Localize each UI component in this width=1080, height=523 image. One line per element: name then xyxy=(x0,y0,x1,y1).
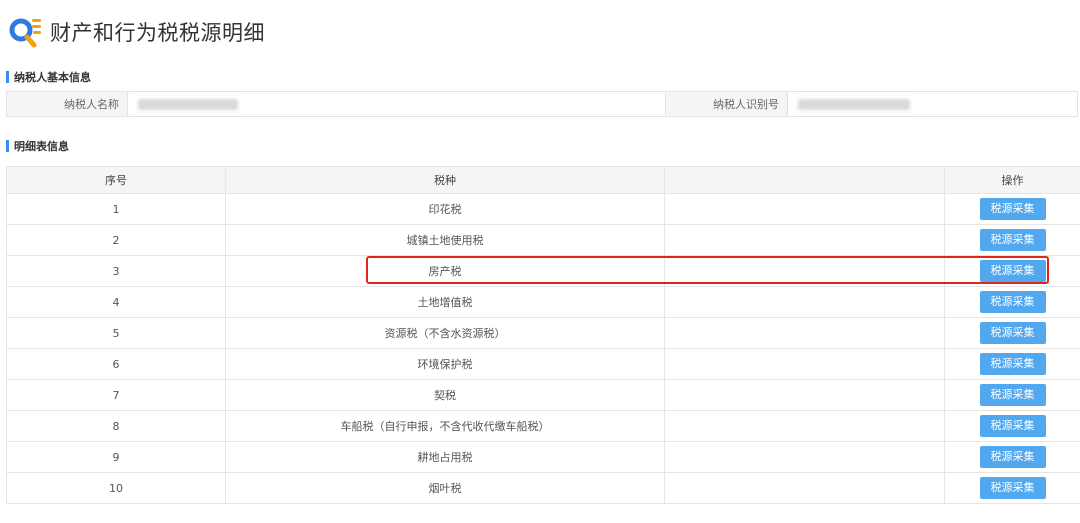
table-header-row: 序号 税种 操作 xyxy=(6,166,1080,194)
row-tax-type: 环境保护税 xyxy=(225,348,665,380)
taxpayer-id-value xyxy=(787,92,1077,116)
source-collect-button[interactable]: 税源采集 xyxy=(979,353,1046,375)
table-row: 10 烟叶税 税源采集 xyxy=(6,472,1080,504)
row-action-cell: 税源采集 xyxy=(944,472,1080,504)
table-row: 2 城镇土地使用税 税源采集 xyxy=(6,224,1080,256)
source-collect-button[interactable]: 税源采集 xyxy=(979,446,1046,468)
row-action-cell: 税源采集 xyxy=(944,410,1080,442)
row-action-cell: 税源采集 xyxy=(944,441,1080,473)
taxpayer-id-label: 纳税人识别号 xyxy=(665,92,787,116)
row-index: 8 xyxy=(6,410,226,442)
section-marker xyxy=(6,71,9,83)
column-header-blank xyxy=(664,166,945,194)
row-action-cell: 税源采集 xyxy=(944,286,1080,318)
row-blank xyxy=(664,348,945,380)
row-blank xyxy=(664,317,945,349)
row-blank xyxy=(664,410,945,442)
table-row: 1 印花税 税源采集 xyxy=(6,193,1080,225)
row-tax-type: 耕地占用税 xyxy=(225,441,665,473)
row-blank xyxy=(664,472,945,504)
row-blank xyxy=(664,379,945,411)
taxpayer-info-row: 纳税人名称 纳税人识别号 xyxy=(6,91,1078,117)
row-index: 3 xyxy=(6,255,226,287)
source-collect-button[interactable]: 税源采集 xyxy=(979,229,1046,251)
detail-table: 序号 税种 操作 1 印花税 税源采集 2 城镇土地使用税 税源采集 3 房产税 税源采集 4 土地… xyxy=(6,166,1080,504)
row-index: 6 xyxy=(6,348,226,380)
redacted-value xyxy=(798,98,910,110)
row-index: 9 xyxy=(6,441,226,473)
row-action-cell: 税源采集 xyxy=(944,255,1080,287)
table-row: 4 土地增值税 税源采集 xyxy=(6,286,1080,318)
section-marker xyxy=(6,140,9,152)
row-blank xyxy=(664,193,945,225)
row-index: 4 xyxy=(6,286,226,318)
row-blank xyxy=(664,224,945,256)
row-tax-type: 契税 xyxy=(225,379,665,411)
table-row: 7 契税 税源采集 xyxy=(6,379,1080,411)
page-header: 财产和行为税税源明细 xyxy=(8,12,265,52)
source-collect-button[interactable]: 税源采集 xyxy=(979,477,1046,499)
table-row: 6 环境保护税 税源采集 xyxy=(6,348,1080,380)
table-row: 8 车船税（自行申报，不含代收代缴车船税） 税源采集 xyxy=(6,410,1080,442)
table-row: 9 耕地占用税 税源采集 xyxy=(6,441,1080,473)
row-tax-type: 烟叶税 xyxy=(225,472,665,504)
page-title: 财产和行为税税源明细 xyxy=(50,21,265,45)
taxpayer-section-title: 纳税人基本信息 xyxy=(6,70,91,84)
row-blank xyxy=(664,255,945,287)
row-blank xyxy=(664,441,945,473)
source-collect-button[interactable]: 税源采集 xyxy=(979,384,1046,406)
row-index: 5 xyxy=(6,317,226,349)
source-collect-button[interactable]: 税源采集 xyxy=(979,322,1046,344)
table-row: 3 房产税 税源采集 xyxy=(6,255,1080,287)
taxpayer-name-label: 纳税人名称 xyxy=(7,92,127,116)
row-tax-type: 房产税 xyxy=(225,255,665,287)
source-collect-button[interactable]: 税源采集 xyxy=(979,198,1046,220)
table-row: 5 资源税（不含水资源税） 税源采集 xyxy=(6,317,1080,349)
row-tax-type: 车船税（自行申报，不含代收代缴车船税） xyxy=(225,410,665,442)
taxpayer-name-value xyxy=(127,92,665,116)
row-index: 2 xyxy=(6,224,226,256)
row-blank xyxy=(664,286,945,318)
source-collect-button[interactable]: 税源采集 xyxy=(979,415,1046,437)
search-magnifier-list-icon xyxy=(9,18,41,48)
row-action-cell: 税源采集 xyxy=(944,193,1080,225)
row-tax-type: 土地增值税 xyxy=(225,286,665,318)
detail-section-title: 明细表信息 xyxy=(6,139,69,153)
row-index: 10 xyxy=(6,472,226,504)
row-index: 7 xyxy=(6,379,226,411)
row-index: 1 xyxy=(6,193,226,225)
row-tax-type: 印花税 xyxy=(225,193,665,225)
taxpayer-section-label: 纳税人基本信息 xyxy=(14,71,91,84)
row-tax-type: 城镇土地使用税 xyxy=(225,224,665,256)
redacted-value xyxy=(138,98,238,110)
row-action-cell: 税源采集 xyxy=(944,348,1080,380)
row-action-cell: 税源采集 xyxy=(944,317,1080,349)
source-collect-button[interactable]: 税源采集 xyxy=(979,291,1046,313)
row-tax-type: 资源税（不含水资源税） xyxy=(225,317,665,349)
detail-section-label: 明细表信息 xyxy=(14,140,69,153)
row-action-cell: 税源采集 xyxy=(944,224,1080,256)
column-header-action: 操作 xyxy=(944,166,1080,194)
column-header-index: 序号 xyxy=(6,166,226,194)
source-collect-button[interactable]: 税源采集 xyxy=(979,260,1046,282)
row-action-cell: 税源采集 xyxy=(944,379,1080,411)
column-header-tax-type: 税种 xyxy=(225,166,665,194)
